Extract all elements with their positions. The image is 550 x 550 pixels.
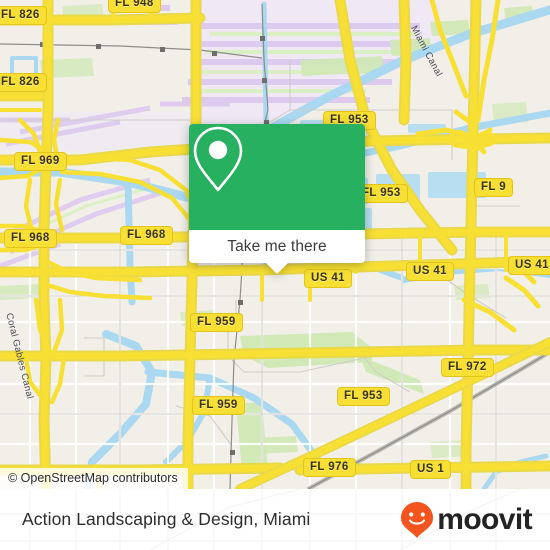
moovit-map-screenshot: .rd { stroke:#f7e033; stroke-linecap:rou… xyxy=(0,0,550,550)
road-shield[interactable]: US 1 xyxy=(410,460,452,479)
popup-action-bar[interactable]: Take me there xyxy=(189,230,365,263)
road-shield[interactable]: US 41 xyxy=(304,269,352,288)
popup-tail xyxy=(266,263,288,274)
map-canvas[interactable]: .rd { stroke:#f7e033; stroke-linecap:rou… xyxy=(0,0,550,489)
road-shield[interactable]: FL 826 xyxy=(0,73,47,92)
osm-attribution[interactable]: © OpenStreetMap contributors xyxy=(0,468,188,489)
road-shield[interactable]: FL 959 xyxy=(190,313,243,332)
moovit-logo[interactable]: moovit xyxy=(400,501,533,539)
take-me-there-label: Take me there xyxy=(227,237,327,255)
road-shield[interactable]: FL 972 xyxy=(441,358,494,377)
road-shield[interactable]: US 41 xyxy=(508,256,550,275)
popup-header xyxy=(189,124,365,230)
road-shield[interactable]: FL 9 xyxy=(474,178,514,197)
footer-bar: Action Landscaping & Design, Miami moovi… xyxy=(0,489,550,550)
road-shield[interactable]: FL 968 xyxy=(120,226,173,245)
road-shield[interactable]: FL 969 xyxy=(14,152,67,171)
road-shield[interactable]: FL 826 xyxy=(0,6,47,25)
place-name: Action Landscaping & Design, Miami xyxy=(22,509,311,529)
moovit-pin-icon xyxy=(401,501,434,538)
road-shield[interactable]: FL 959 xyxy=(192,396,245,415)
road-shield[interactable]: FL 948 xyxy=(108,0,161,13)
road-shield[interactable]: US 41 xyxy=(406,262,454,281)
map-callout-popup[interactable]: Take me there xyxy=(189,124,365,274)
road-shield[interactable]: FL 953 xyxy=(337,387,390,406)
road-shield[interactable]: FL 968 xyxy=(4,229,57,248)
road-shield[interactable]: FL 976 xyxy=(303,458,356,477)
map-pin-icon xyxy=(193,126,243,192)
moovit-wordmark: moovit xyxy=(437,502,532,536)
